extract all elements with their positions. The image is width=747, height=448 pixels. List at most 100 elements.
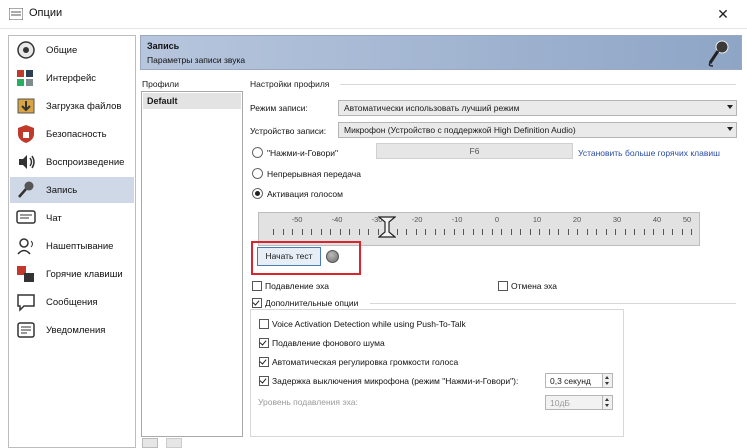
scale-label: 10 bbox=[532, 215, 542, 224]
sidebar-item-recording[interactable]: Запись bbox=[10, 177, 134, 203]
chevron-down-icon bbox=[727, 127, 733, 131]
slider-tick bbox=[406, 229, 407, 235]
section-subtitle: Параметры записи звука bbox=[147, 55, 246, 65]
slider-tick bbox=[662, 229, 664, 235]
echo-cancel-label: Отмена эха bbox=[511, 281, 557, 291]
mic-delay-checkbox[interactable] bbox=[259, 376, 269, 386]
sidebar-item-general[interactable]: Общие bbox=[10, 37, 134, 63]
echo-level-value: 10дБ bbox=[550, 398, 570, 408]
agc-checkbox[interactable] bbox=[259, 357, 269, 367]
ptt-radio[interactable] bbox=[252, 147, 263, 158]
echo-cancel-checkbox[interactable] bbox=[498, 281, 508, 291]
slider-tick bbox=[292, 229, 293, 235]
ptt-hotkey-field[interactable]: F6 bbox=[376, 143, 573, 159]
remove-profile-button[interactable] bbox=[166, 438, 182, 448]
slider-tick bbox=[520, 229, 521, 235]
scale-label: -20 bbox=[411, 215, 423, 224]
slider-tick bbox=[491, 229, 493, 235]
sidebar-item-hotkeys[interactable]: Горячие клавиши bbox=[10, 261, 134, 287]
scale-label: 40 bbox=[652, 215, 662, 224]
microphone-icon bbox=[18, 181, 34, 198]
slider-tick bbox=[339, 229, 341, 235]
slider-tick bbox=[691, 229, 692, 235]
voice-activation-radio[interactable] bbox=[252, 188, 263, 199]
chat-icon bbox=[16, 210, 36, 224]
profiles-label: Профили bbox=[142, 79, 180, 89]
slider-tick bbox=[672, 229, 673, 235]
echo-level-spinner[interactable]: 10дБ bbox=[545, 395, 613, 410]
security-icon bbox=[18, 125, 34, 143]
sidebar-item-chat[interactable]: Чат bbox=[10, 205, 134, 231]
hotkeys-icon bbox=[17, 266, 34, 282]
sidebar-item-label: Сообщения bbox=[46, 297, 98, 308]
sidebar-item-label: Интерфейс bbox=[46, 73, 97, 84]
slider-tick bbox=[320, 229, 322, 235]
profile-item-default[interactable]: Default bbox=[143, 93, 241, 109]
device-select[interactable]: Микрофон (Устройство с поддержкой High D… bbox=[338, 122, 737, 138]
scale-label: 50 bbox=[682, 215, 692, 224]
slider-tick bbox=[368, 229, 369, 235]
slider-tick bbox=[529, 229, 531, 235]
advanced-options-label: Дополнительные опции bbox=[265, 298, 359, 308]
playback-icon bbox=[19, 155, 35, 169]
sidebar-item-label: Чат bbox=[46, 213, 62, 224]
sidebar-item-label: Нашептывание bbox=[46, 241, 114, 252]
hotkeys-link[interactable]: Установить больше горячих клавиш bbox=[578, 148, 720, 158]
slider-tick bbox=[510, 229, 512, 235]
spinner-arrows-icon[interactable] bbox=[602, 374, 612, 387]
slider-tick bbox=[615, 229, 616, 235]
sidebar-item-label: Запись bbox=[46, 185, 78, 196]
messages-icon bbox=[17, 294, 35, 312]
sidebar-item-label: Безопасность bbox=[46, 129, 107, 140]
sidebar: Общие Интерфейс Загрузка файлов Безопасн… bbox=[8, 35, 136, 448]
slider-tick bbox=[301, 229, 303, 235]
sidebar-item-notifications[interactable]: Уведомления bbox=[10, 317, 134, 343]
continuous-radio[interactable] bbox=[252, 168, 263, 179]
slider-tick bbox=[596, 229, 597, 235]
close-button[interactable]: ✕ bbox=[713, 4, 733, 24]
start-test-button[interactable]: Начать тест bbox=[257, 247, 321, 266]
device-label: Устройство записи: bbox=[250, 126, 327, 136]
sidebar-item-messages[interactable]: Сообщения bbox=[10, 289, 134, 315]
sidebar-item-label: Горячие клавиши bbox=[46, 269, 123, 280]
scale-label: 30 bbox=[612, 215, 622, 224]
header-microphone-icon bbox=[708, 40, 729, 67]
noise-suppression-label: Подавление фонового шума bbox=[272, 338, 385, 348]
slider-tick bbox=[444, 229, 445, 235]
scale-label: -10 bbox=[451, 215, 463, 224]
window-title: Опции bbox=[29, 7, 63, 19]
slider-tick bbox=[577, 229, 578, 235]
advanced-options-checkbox[interactable] bbox=[252, 298, 262, 308]
scale-label: 20 bbox=[572, 215, 582, 224]
sidebar-item-security[interactable]: Безопасность bbox=[10, 121, 134, 147]
sidebar-item-downloads[interactable]: Загрузка файлов bbox=[10, 93, 134, 119]
slider-tick bbox=[681, 229, 683, 235]
slider-tick bbox=[434, 229, 436, 235]
agc-label: Автоматическая регулировка громкости гол… bbox=[272, 357, 459, 367]
record-mode-select[interactable]: Автоматически использовать лучший режим bbox=[338, 100, 737, 116]
sidebar-item-playback[interactable]: Воспроизведение bbox=[10, 149, 134, 175]
slider-tick bbox=[482, 229, 483, 235]
slider-tick bbox=[548, 229, 550, 235]
add-profile-button[interactable] bbox=[142, 438, 158, 448]
spinner-arrows-icon[interactable] bbox=[602, 396, 612, 409]
divider bbox=[340, 84, 736, 85]
ptt-hotkey-value: F6 bbox=[469, 146, 480, 156]
slider-tick bbox=[539, 229, 540, 235]
slider-tick bbox=[586, 229, 588, 235]
slider-handle[interactable] bbox=[378, 216, 396, 238]
vad-ptt-checkbox[interactable] bbox=[259, 319, 269, 329]
slider-tick bbox=[643, 229, 645, 235]
sidebar-item-interface[interactable]: Интерфейс bbox=[10, 65, 134, 91]
profiles-list: Default bbox=[141, 91, 243, 437]
mic-delay-spinner[interactable]: 0,3 секунд bbox=[545, 373, 613, 388]
noise-suppression-checkbox[interactable] bbox=[259, 338, 269, 348]
sidebar-item-whisper[interactable]: Нашептывание bbox=[10, 233, 134, 259]
echo-suppression-checkbox[interactable] bbox=[252, 281, 262, 291]
slider-tick bbox=[634, 229, 635, 235]
interface-icon bbox=[17, 70, 33, 86]
scale-label: 0 bbox=[494, 215, 500, 224]
slider-tick bbox=[472, 229, 474, 235]
test-indicator bbox=[326, 250, 339, 263]
slider-tick bbox=[558, 229, 559, 235]
